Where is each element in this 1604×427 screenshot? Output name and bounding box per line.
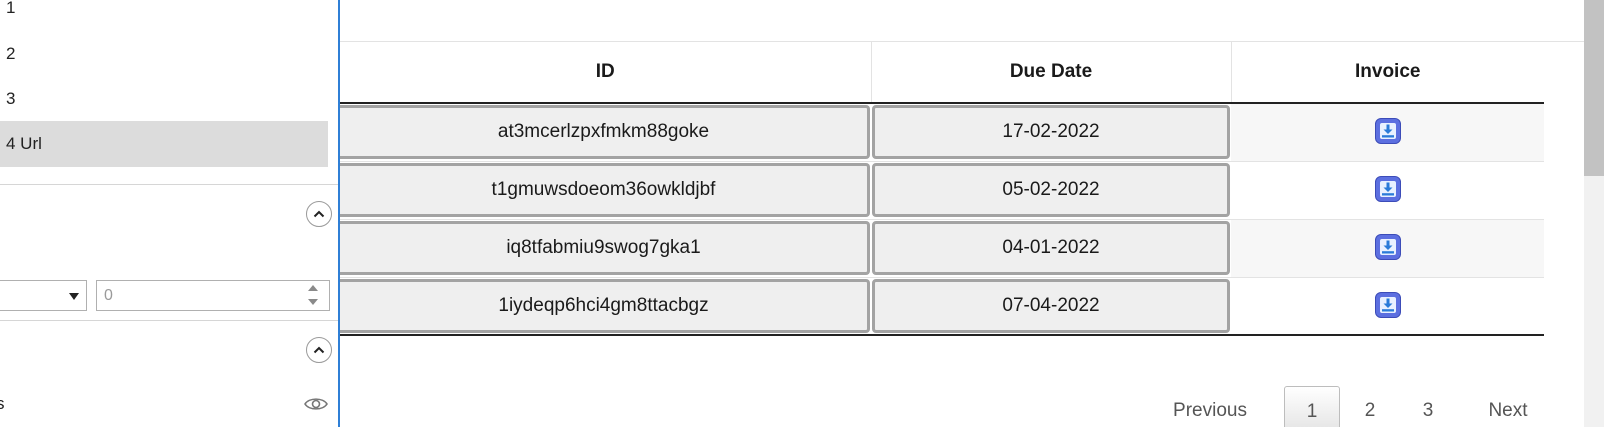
operator-select[interactable] xyxy=(0,280,87,311)
table-row: 1iydeqp6hci4gm8ttacbgz 07-04-2022 xyxy=(340,277,1544,336)
spin-up-arrow[interactable] xyxy=(308,285,318,291)
due-date-value[interactable]: 17-02-2022 xyxy=(872,105,1230,160)
download-invoice-button[interactable] xyxy=(1374,176,1401,202)
download-icon xyxy=(1379,123,1396,140)
chevron-up-icon xyxy=(313,346,325,354)
option-item-2[interactable]: 2 xyxy=(0,31,328,77)
download-icon xyxy=(1379,181,1396,197)
id-value[interactable]: t1gmuwsdoeom36owkldjbf xyxy=(340,163,870,217)
option-item-3[interactable]: 3 xyxy=(0,76,328,122)
column-header-invoice[interactable]: Invoice xyxy=(1231,42,1544,104)
id-cell: t1gmuwsdoeom36owkldjbf xyxy=(340,161,871,220)
invoice-cell xyxy=(1231,161,1544,220)
due-date-value[interactable]: 07-04-2022 xyxy=(872,278,1230,333)
inspector-panel: 1 2 3 4 Url s xyxy=(0,0,340,427)
number-input[interactable] xyxy=(96,280,330,311)
invoice-table: ID Due Date Invoice at3mcerlzpxfmkm88gok… xyxy=(340,42,1544,336)
page-root: 1 2 3 4 Url s xyxy=(0,0,1604,427)
column-header-due-date[interactable]: Due Date xyxy=(871,42,1232,104)
option-label: 2 xyxy=(6,44,16,63)
id-value[interactable]: 1iydeqp6hci4gm8ttacbgz xyxy=(340,278,870,333)
due-date-cell: 04-01-2022 xyxy=(871,219,1231,278)
eye-icon[interactable] xyxy=(304,396,328,412)
spin-down-arrow[interactable] xyxy=(308,299,318,305)
collapse-section-button[interactable] xyxy=(306,337,332,363)
collapse-section-button[interactable] xyxy=(306,201,332,227)
truncated-label: s xyxy=(0,394,5,414)
due-date-cell: 17-02-2022 xyxy=(871,103,1231,162)
id-cell: at3mcerlzpxfmkm88goke xyxy=(340,103,871,162)
table-header-row: ID Due Date Invoice xyxy=(340,42,1544,104)
panel-divider xyxy=(0,184,338,185)
download-icon xyxy=(1379,239,1396,255)
caret-down-icon xyxy=(69,293,79,300)
page-button-1[interactable]: 1 xyxy=(1284,386,1340,427)
scrollbar-thumb[interactable] xyxy=(1584,0,1604,176)
id-cell: iq8tfabmiu9swog7gka1 xyxy=(340,219,871,278)
option-label: 4 Url xyxy=(6,134,42,153)
pagination: Previous 1 2 3 Next xyxy=(1160,386,1560,427)
option-label: 1 xyxy=(6,0,16,17)
due-date-cell: 05-02-2022 xyxy=(871,161,1231,220)
table-row: at3mcerlzpxfmkm88goke 17-02-2022 xyxy=(340,103,1544,162)
column-header-id[interactable]: ID xyxy=(340,42,872,104)
id-cell: 1iydeqp6hci4gm8ttacbgz xyxy=(340,277,871,336)
download-invoice-button[interactable] xyxy=(1374,291,1401,318)
previous-page-button[interactable]: Previous xyxy=(1160,386,1260,427)
id-value[interactable]: iq8tfabmiu9swog7gka1 xyxy=(340,221,870,275)
chevron-up-icon xyxy=(313,210,325,218)
option-label: 3 xyxy=(6,89,16,108)
id-value[interactable]: at3mcerlzpxfmkm88goke xyxy=(340,105,870,160)
panel-divider xyxy=(0,320,338,321)
invoice-cell xyxy=(1231,277,1544,336)
table-row: t1gmuwsdoeom36owkldjbf 05-02-2022 xyxy=(340,161,1544,220)
invoice-cell xyxy=(1231,219,1544,278)
page-button-3[interactable]: 3 xyxy=(1408,386,1448,427)
download-invoice-button[interactable] xyxy=(1374,234,1401,260)
table-row: iq8tfabmiu9swog7gka1 04-01-2022 xyxy=(340,219,1544,278)
next-page-button[interactable]: Next xyxy=(1472,386,1544,427)
due-date-cell: 07-04-2022 xyxy=(871,277,1231,336)
option-item-1[interactable]: 1 xyxy=(0,0,328,31)
option-item-4-url[interactable]: 4 Url xyxy=(0,121,328,167)
invoice-cell xyxy=(1231,103,1544,162)
main-content: ID Due Date Invoice at3mcerlzpxfmkm88gok… xyxy=(340,0,1604,427)
download-icon xyxy=(1379,296,1396,313)
page-button-2[interactable]: 2 xyxy=(1350,386,1390,427)
due-date-value[interactable]: 05-02-2022 xyxy=(872,163,1230,217)
download-invoice-button[interactable] xyxy=(1374,118,1401,145)
due-date-value[interactable]: 04-01-2022 xyxy=(872,221,1230,275)
